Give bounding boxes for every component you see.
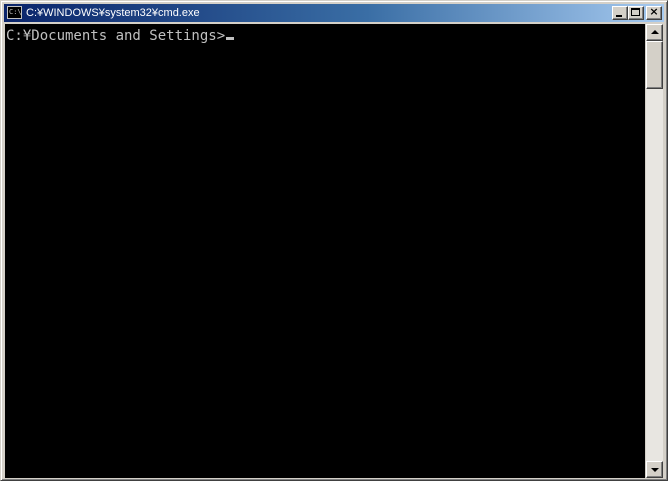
console-prompt-line: C:¥Documents and Settings> [6, 27, 235, 45]
close-button[interactable]: × [646, 5, 662, 20]
scroll-up-arrow-icon [651, 30, 659, 34]
close-icon: × [649, 5, 659, 18]
scroll-down-arrow-icon [651, 468, 659, 472]
title-bar[interactable]: C:\ C:¥WINDOWS¥system32¥cmd.exe × [4, 4, 664, 22]
window-title: C:¥WINDOWS¥system32¥cmd.exe [26, 7, 200, 19]
cmd-window: C:\ C:¥WINDOWS¥system32¥cmd.exe × C:¥Doc… [0, 0, 668, 481]
text-cursor [226, 37, 235, 40]
scroll-down-button[interactable] [646, 461, 663, 478]
console-app-icon[interactable]: C:\ [7, 6, 22, 19]
command-prompt: C:¥Documents and Settings> [6, 28, 226, 44]
minimize-icon [616, 15, 622, 17]
minimize-button[interactable] [612, 6, 628, 20]
scroll-up-button[interactable] [646, 24, 663, 41]
maximize-button[interactable] [628, 6, 644, 20]
vertical-scrollbar[interactable] [646, 24, 663, 478]
scroll-thumb[interactable] [646, 41, 663, 89]
maximize-icon [631, 8, 640, 16]
console-output-area[interactable]: C:¥Documents and Settings> [5, 24, 645, 478]
